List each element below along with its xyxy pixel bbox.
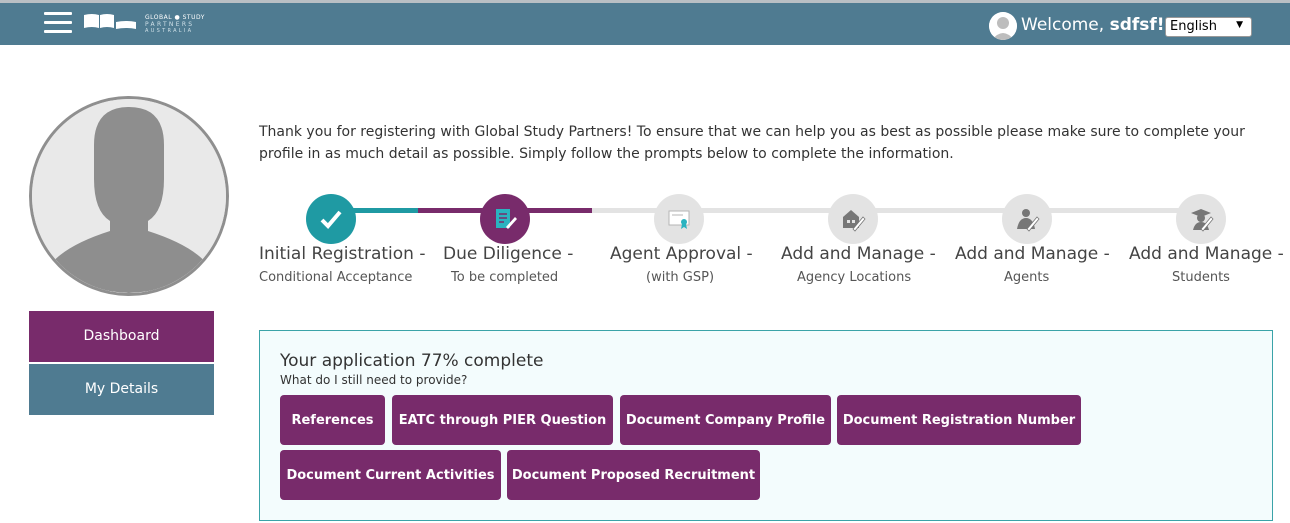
dropdown-caret-icon: ▼	[1236, 20, 1243, 30]
check-icon	[320, 210, 342, 229]
step-label-5: Add and Manage -	[955, 244, 1110, 264]
welcome-message: Welcome, sdfsf!	[1021, 15, 1165, 35]
step-agent-approval[interactable]	[654, 194, 704, 244]
document-current-activities-button[interactable]: Document Current Activities	[280, 450, 501, 500]
user-avatar-icon[interactable]	[989, 12, 1017, 40]
step-label-2: Due Diligence -	[443, 244, 574, 264]
step-students[interactable]	[1176, 194, 1226, 244]
step-label-3: Agent Approval -	[610, 244, 753, 264]
top-header: GLOBAL ● STUDY PARTNERS AUSTRALIA Welcom…	[0, 3, 1290, 45]
application-progress-subtitle: What do I still need to provide?	[280, 373, 468, 387]
logo-text: GLOBAL ● STUDY PARTNERS AUSTRALIA	[145, 14, 205, 34]
eatc-pier-question-button[interactable]: EATC through PIER Question	[392, 395, 613, 445]
step-sub-3: (with GSP)	[646, 270, 715, 285]
document-registration-number-button[interactable]: Document Registration Number	[837, 395, 1081, 445]
building-edit-icon	[843, 210, 866, 232]
agent-edit-icon	[1017, 209, 1040, 232]
step-sub-5: Agents	[1004, 270, 1050, 285]
hamburger-menu-icon[interactable]	[44, 12, 72, 34]
dashboard-button[interactable]: Dashboard	[29, 311, 214, 362]
step-sub-4: Agency Locations	[797, 270, 912, 285]
step-label-4: Add and Manage -	[781, 244, 936, 264]
profile-picture[interactable]	[29, 96, 229, 296]
document-company-profile-button[interactable]: Document Company Profile	[620, 395, 831, 445]
application-status-panel: Your application 77% complete What do I …	[259, 330, 1273, 521]
references-button[interactable]: References	[280, 395, 385, 445]
step-initial-registration[interactable]	[306, 194, 356, 244]
document-edit-icon	[496, 209, 517, 229]
step-label-6: Add and Manage -	[1129, 244, 1284, 264]
step-due-diligence[interactable]	[480, 194, 530, 244]
step-sub-2: To be completed	[451, 270, 559, 285]
step-sub-1: Conditional Acceptance	[259, 270, 413, 285]
step-agents[interactable]	[1002, 194, 1052, 244]
my-details-button[interactable]: My Details	[29, 364, 214, 415]
graduate-edit-icon	[1191, 209, 1214, 232]
application-progress-title: Your application 77% complete	[280, 351, 544, 371]
step-sub-6: Students	[1172, 270, 1230, 285]
language-select[interactable]: English ▼	[1165, 17, 1252, 37]
document-proposed-recruitment-button[interactable]: Document Proposed Recruitment	[507, 450, 760, 500]
intro-text: Thank you for registering with Global St…	[259, 124, 1245, 162]
step-label-1: Initial Registration -	[259, 244, 426, 264]
step-agency-locations[interactable]	[828, 194, 878, 244]
person-silhouette-icon	[32, 99, 226, 293]
certificate-icon	[668, 210, 690, 229]
